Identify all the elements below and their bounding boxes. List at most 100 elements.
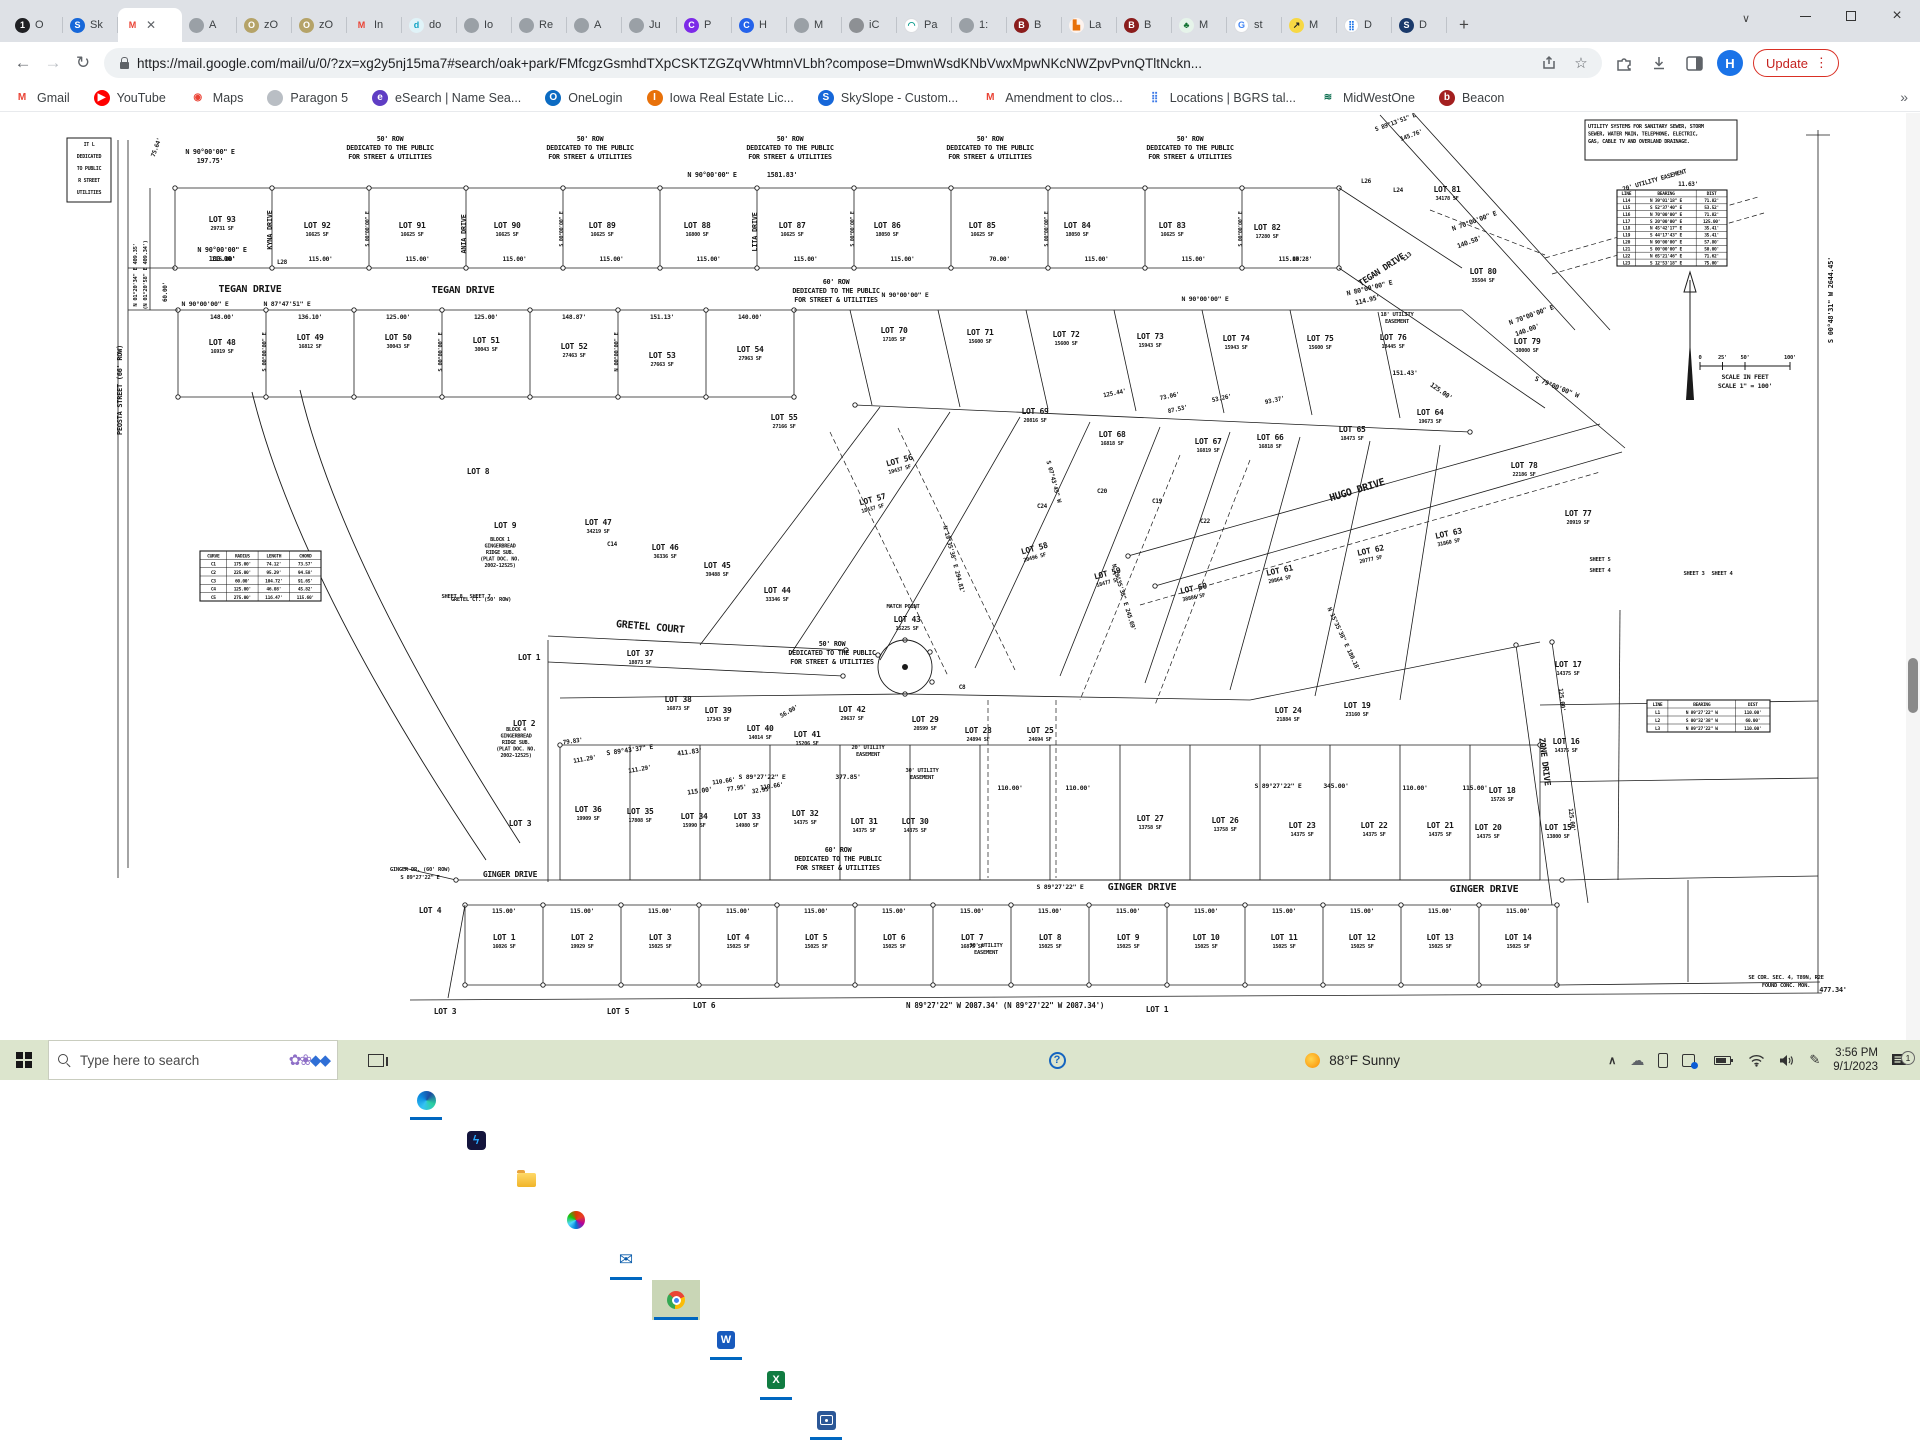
profile-avatar[interactable]: H	[1717, 50, 1743, 76]
browser-tab[interactable]: CH	[732, 8, 787, 42]
browser-tab[interactable]: ♣M	[1172, 8, 1227, 42]
browser-tab[interactable]: ▙La	[1062, 8, 1117, 42]
svg-text:LOT 46: LOT 46	[651, 543, 679, 552]
taskbar-app-edge[interactable]	[402, 1080, 450, 1120]
scrollbar-track[interactable]	[1906, 113, 1920, 1040]
taskbar-clock[interactable]: 3:56 PM 9/1/2023	[1833, 1046, 1878, 1074]
svg-text:LOT 71: LOT 71	[966, 328, 994, 337]
url-text[interactable]: https://mail.google.com/mail/u/0/?zx=xg2…	[137, 56, 1528, 71]
svg-text:14014 SF: 14014 SF	[748, 735, 771, 741]
close-button[interactable]: ×	[1874, 0, 1920, 32]
share-icon[interactable]	[1538, 52, 1560, 74]
search-highlight-art[interactable]: ✿❀◆◆	[289, 1051, 329, 1069]
tab-search-chevron-icon[interactable]: ∨	[1732, 4, 1760, 32]
bookmark-item[interactable]: Paragon 5	[267, 90, 348, 106]
browser-tab[interactable]: 1:	[952, 8, 1007, 42]
browser-tab[interactable]: ◠Pa	[897, 8, 952, 42]
cloud-icon[interactable]: ☁	[1630, 1052, 1644, 1069]
bookmark-item[interactable]: ≋MidWestOne	[1320, 90, 1415, 106]
bookmark-item[interactable]: bBeacon	[1439, 90, 1504, 106]
browser-tab[interactable]: M	[787, 8, 842, 42]
taskbar-app-chrome[interactable]	[652, 1280, 700, 1320]
bookmarks-overflow-icon[interactable]: »	[1900, 89, 1908, 105]
action-center-icon[interactable]: 1	[1891, 1053, 1907, 1067]
taskbar-app-excel[interactable]: X	[752, 1360, 800, 1400]
browser-tab-active[interactable]: M✕	[118, 8, 182, 42]
side-panel-icon[interactable]	[1681, 50, 1707, 76]
browser-tab[interactable]: SD	[1392, 8, 1447, 42]
bookmark-item[interactable]: OOneLogin	[545, 90, 622, 106]
bookmark-item[interactable]: ▶YouTube	[94, 90, 166, 106]
browser-tab[interactable]: iC	[842, 8, 897, 42]
browser-tab[interactable]: SSk	[63, 8, 118, 42]
svg-text:LOT 12: LOT 12	[1348, 933, 1376, 942]
company-portal-icon[interactable]	[1682, 1054, 1695, 1067]
browser-menu-icon[interactable]: ⋮	[1815, 55, 1828, 71]
svg-text:16818 SF: 16818 SF	[1258, 444, 1281, 450]
maximize-button[interactable]	[1828, 0, 1874, 32]
chevron-up-icon[interactable]: ∧	[1608, 1054, 1616, 1067]
browser-tab[interactable]: ddo	[402, 8, 457, 42]
chrome-update-button[interactable]: Update ⋮	[1753, 49, 1839, 77]
taskbar-weather[interactable]: 88°F Sunny	[1305, 1040, 1400, 1080]
browser-tab[interactable]: MIn	[347, 8, 402, 42]
svg-text:50.00': 50.00'	[1704, 246, 1719, 252]
browser-tab[interactable]: Gst	[1227, 8, 1282, 42]
download-icon[interactable]	[1646, 50, 1672, 76]
extensions-puzzle-icon[interactable]	[1611, 50, 1637, 76]
phone-link-icon[interactable]	[1658, 1053, 1668, 1068]
browser-tab[interactable]: 1O	[8, 8, 63, 42]
svg-text:LOT 37: LOT 37	[626, 649, 654, 658]
tab-close-icon[interactable]: ✕	[146, 18, 156, 32]
bookmark-item[interactable]: ⣿Locations | BGRS tal...	[1147, 90, 1296, 106]
svg-text:45.82': 45.82'	[298, 587, 313, 593]
svg-text:LOT 38: LOT 38	[664, 695, 692, 704]
svg-text:N 89°27'22" W 2087.34' (N 89°: N 89°27'22" W 2087.34' (N 89°27'22" W 20…	[906, 1001, 1104, 1010]
browser-tab[interactable]: OzO	[292, 8, 347, 42]
svg-text:197.75': 197.75'	[197, 157, 224, 165]
browser-tab[interactable]: OzO	[237, 8, 292, 42]
browser-tab[interactable]: Re	[512, 8, 567, 42]
browser-tab[interactable]: A	[567, 8, 622, 42]
browser-tab[interactable]: BB	[1007, 8, 1062, 42]
bookmark-item[interactable]: IIowa Real Estate Lic...	[647, 90, 794, 106]
taskbar-app-task-view[interactable]	[352, 1040, 400, 1080]
bookmark-item[interactable]: ◉Maps	[190, 90, 244, 106]
bookmark-item[interactable]: MAmendment to clos...	[982, 90, 1122, 106]
taskbar-search[interactable]: Type here to search ✿❀◆◆	[48, 1040, 338, 1080]
scrollbar-thumb[interactable]	[1908, 658, 1918, 713]
battery-icon[interactable]	[1714, 1056, 1731, 1065]
browser-tab[interactable]: CP	[677, 8, 732, 42]
bookmark-item[interactable]: eeSearch | Name Sea...	[372, 90, 521, 106]
browser-tab[interactable]: ⣿D	[1337, 8, 1392, 42]
svg-text:LOT 49: LOT 49	[296, 333, 324, 342]
taskbar-app-mail[interactable]: ✉	[602, 1240, 650, 1280]
bookmark-item[interactable]: SSkySlope - Custom...	[818, 90, 958, 106]
browser-tab[interactable]: BB	[1117, 8, 1172, 42]
taskbar-app-office[interactable]	[552, 1200, 600, 1240]
new-tab-button[interactable]: +	[1451, 12, 1477, 38]
volume-icon[interactable]	[1779, 1054, 1795, 1067]
bookmark-star-icon[interactable]: ☆	[1570, 52, 1592, 74]
back-button[interactable]: ←	[8, 48, 38, 78]
address-bar[interactable]: https://mail.google.com/mail/u/0/?zx=xg2…	[104, 48, 1602, 78]
taskbar-app-snagit[interactable]: ϟ	[452, 1120, 500, 1160]
refresh-button[interactable]: ↻	[68, 48, 98, 78]
pen-icon[interactable]: ✎	[1809, 1052, 1820, 1068]
taskbar-app-file-explorer[interactable]	[502, 1160, 550, 1200]
taskbar-app-camera[interactable]	[802, 1400, 850, 1440]
minimize-button[interactable]	[1782, 0, 1828, 32]
browser-tab[interactable]: A	[182, 8, 237, 42]
forward-button[interactable]: →	[38, 48, 68, 78]
browser-tab[interactable]: Io	[457, 8, 512, 42]
taskbar-app-word[interactable]: W	[702, 1320, 750, 1360]
svg-text:L1: L1	[1655, 710, 1660, 716]
bookmark-item[interactable]: MGmail	[14, 90, 70, 106]
svg-text:C4: C4	[211, 587, 216, 593]
browser-tab[interactable]: Ju	[622, 8, 677, 42]
taskbar-get-help[interactable]: ?	[1040, 1040, 1074, 1080]
browser-tab[interactable]: ↗M	[1282, 8, 1337, 42]
svg-text:32.95': 32.95'	[751, 786, 772, 796]
wifi-icon[interactable]	[1748, 1054, 1765, 1067]
start-button[interactable]	[0, 1040, 48, 1080]
